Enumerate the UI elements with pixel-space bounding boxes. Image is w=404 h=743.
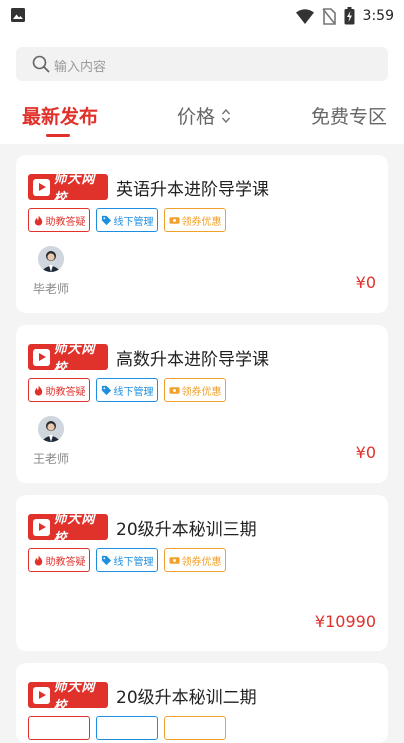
brand-logo-text: 师大网校 [53,512,96,546]
tag-offline: 线下管理 [96,208,158,232]
battery-icon [344,7,355,25]
tab-bar: 最新发布 价格 免费专区 [0,94,404,142]
coupon-icon [168,386,180,394]
image-icon [11,8,25,22]
play-icon [33,348,50,366]
course-title: 英语升本进阶导学课 [116,180,269,200]
tag-answer-label: 助教答疑 [45,386,86,398]
course-tags: 助教答疑 线下管理 领券优惠 [28,548,226,572]
header: 输入内容 最新发布 价格 免费专区 [0,32,404,144]
tag-offline-label: 线下管理 [113,556,154,568]
course-price: ¥10990 [314,612,376,631]
search-icon [32,55,50,73]
avatar-image [38,416,64,442]
avatar-image [38,246,64,272]
tag-answer: 助教答疑 [28,208,90,232]
tag-coupon-label: 领券优惠 [181,216,222,228]
course-card[interactable]: 师大网校 20级升本秘训二期 [16,663,388,743]
brand-logo-text: 师大网校 [53,172,96,206]
tag-coupon-label: 领券优惠 [181,556,222,568]
tag-offline: 线下管理 [96,548,158,572]
tag-answer-label: 助教答疑 [45,216,86,228]
tab-price-label: 价格 [177,106,216,128]
teacher-name: 王老师 [33,452,70,466]
tab-active-indicator [46,134,70,137]
play-icon [33,686,50,704]
course-price: ¥0 [355,273,376,292]
status-time: 3:59 [362,8,394,24]
coupon-icon [168,556,180,564]
teacher-avatar [38,246,64,272]
play-icon [33,518,50,536]
price-tag-icon [101,215,111,225]
course-title: 高数升本进阶导学课 [116,350,269,370]
price-tag-icon [101,555,111,565]
tab-latest[interactable]: 最新发布 [22,102,98,129]
coupon-icon [168,216,180,224]
teacher-name: 毕老师 [33,282,70,296]
tag-offline: 线下管理 [96,378,158,402]
tag-answer: 助教答疑 [28,378,90,402]
tag-coupon: 领券优惠 [164,378,226,402]
course-title: 20级升本秘训三期 [116,520,257,540]
brand-logo-text: 师大网校 [53,342,96,376]
tag-answer: 助教答疑 [28,548,90,572]
status-bar: 3:59 [0,0,404,32]
tab-free[interactable]: 免费专区 [311,102,387,129]
course-title: 20级升本秘训二期 [116,688,257,708]
search-input[interactable]: 输入内容 [16,47,388,81]
brand-logo: 师大网校 [28,342,108,376]
play-icon [33,178,50,196]
teacher-avatar [38,416,64,442]
sort-icon [221,108,231,124]
brand-logo-text: 师大网校 [53,680,96,714]
brand-logo: 师大网校 [28,172,108,206]
course-price: ¥0 [355,443,376,462]
tag-coupon-label: 领券优惠 [181,386,222,398]
no-sim-icon [321,7,336,25]
tag-coupon: 领券优惠 [164,548,226,572]
course-tags: 助教答疑 线下管理 领券优惠 [28,378,226,402]
course-card[interactable]: 师大网校 高数升本进阶导学课 助教答疑 线下管理 领券优惠 王老师 ¥0 [16,325,388,483]
tag-coupon: 领券优惠 [164,208,226,232]
flame-icon [34,554,42,566]
search-placeholder: 输入内容 [54,60,107,75]
course-card[interactable]: 师大网校 英语升本进阶导学课 助教答疑 线下管理 领券优惠 毕老师 ¥0 [16,155,388,313]
price-tag-icon [101,385,111,395]
flame-icon [34,384,42,396]
course-card[interactable]: 师大网校 20级升本秘训三期 助教答疑 线下管理 领券优惠 ¥10990 [16,495,388,651]
brand-logo: 师大网校 [28,512,108,546]
tab-price[interactable]: 价格 [177,102,231,129]
wifi-icon [295,8,314,24]
tag-answer-label: 助教答疑 [45,556,86,568]
brand-logo: 师大网校 [28,680,108,714]
tag-offline-label: 线下管理 [113,216,154,228]
course-tags: 助教答疑 线下管理 领券优惠 [28,208,226,232]
flame-icon [34,214,42,226]
tag-offline-label: 线下管理 [113,386,154,398]
